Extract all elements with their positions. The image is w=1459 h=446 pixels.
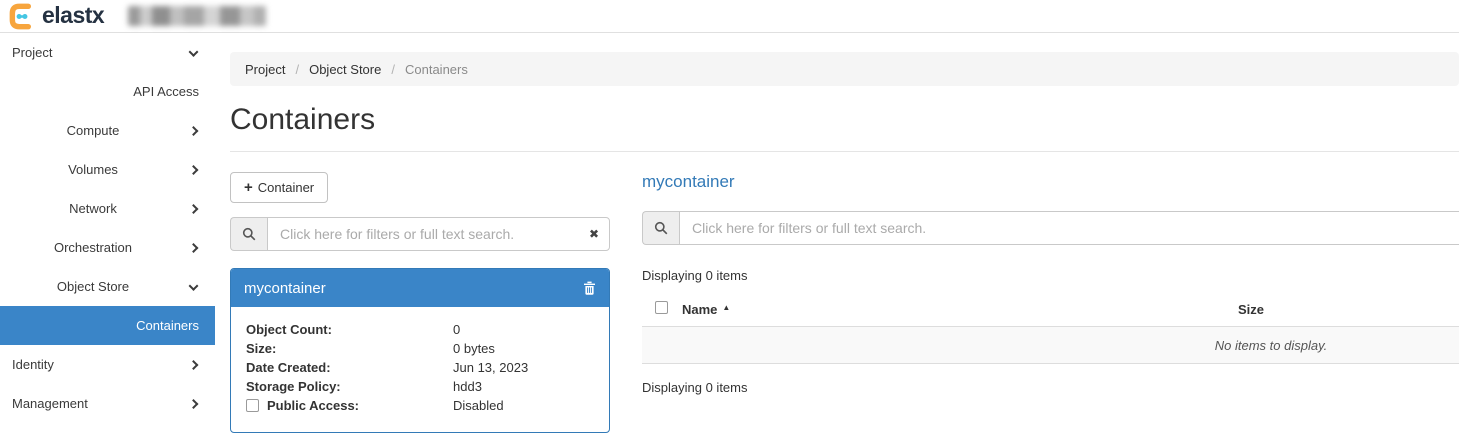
items-count-bottom: Displaying 0 items bbox=[642, 380, 1459, 395]
title-divider bbox=[230, 151, 1459, 152]
main-content: Project / Object Store / Containers Cont… bbox=[215, 33, 1459, 446]
detail-row-storage-policy: Storage Policy: hdd3 bbox=[246, 377, 594, 396]
objects-search-input[interactable] bbox=[679, 211, 1459, 245]
breadcrumb-project[interactable]: Project bbox=[245, 62, 285, 77]
page-title: Containers bbox=[230, 103, 1459, 136]
sidebar-item-api-access[interactable]: API Access bbox=[0, 72, 215, 111]
detail-row-public-access: Public Access: Disabled bbox=[246, 396, 594, 415]
sidebar-item-project[interactable]: Project bbox=[0, 33, 215, 72]
detail-row-date-created: Date Created: Jun 13, 2023 bbox=[246, 358, 594, 377]
elastx-logo-icon bbox=[8, 2, 37, 31]
sort-ascending-icon: ▲ bbox=[722, 303, 730, 312]
brand-logo[interactable]: elastx bbox=[8, 2, 104, 31]
sidebar-item-volumes[interactable]: Volumes bbox=[0, 150, 215, 189]
clear-search-icon[interactable]: ✖ bbox=[589, 227, 599, 241]
sidebar-item-compute[interactable]: Compute bbox=[0, 111, 215, 150]
containers-search-input[interactable] bbox=[267, 217, 610, 251]
sidebar-item-network[interactable]: Network bbox=[0, 189, 215, 228]
create-container-button[interactable]: + Container bbox=[230, 172, 328, 203]
chevron-right-icon bbox=[189, 204, 199, 214]
plus-icon: + bbox=[244, 181, 253, 194]
sidebar-item-orchestration[interactable]: Orchestration bbox=[0, 228, 215, 267]
container-card-header[interactable]: mycontainer bbox=[231, 269, 609, 307]
sidebar-item-management[interactable]: Management bbox=[0, 384, 215, 423]
breadcrumb-separator: / bbox=[295, 62, 299, 77]
breadcrumb: Project / Object Store / Containers bbox=[230, 52, 1459, 86]
detail-row-object-count: Object Count: 0 bbox=[246, 320, 594, 339]
sidebar-item-containers[interactable]: Containers bbox=[0, 306, 215, 345]
column-header-size[interactable]: Size bbox=[842, 292, 1459, 327]
delete-container-button[interactable] bbox=[583, 281, 596, 295]
column-header-name[interactable]: Name▲ bbox=[682, 292, 842, 327]
create-container-label: Container bbox=[258, 180, 314, 195]
search-icon bbox=[230, 217, 267, 251]
brand-name: elastx bbox=[42, 2, 104, 29]
selected-container-link[interactable]: mycontainer bbox=[642, 172, 735, 192]
chevron-right-icon bbox=[189, 126, 199, 136]
chevron-down-icon bbox=[189, 47, 199, 57]
chevron-right-icon bbox=[189, 360, 199, 370]
breadcrumb-separator: / bbox=[391, 62, 395, 77]
empty-message: No items to display. bbox=[642, 327, 1459, 364]
sidebar-item-identity[interactable]: Identity bbox=[0, 345, 215, 384]
container-card-title: mycontainer bbox=[244, 280, 326, 297]
chevron-right-icon bbox=[189, 399, 199, 409]
chevron-down-icon bbox=[189, 281, 199, 291]
container-card[interactable]: mycontainer bbox=[230, 268, 610, 433]
objects-table-header-row: Name▲ Size bbox=[642, 292, 1459, 327]
items-count-top: Displaying 0 items bbox=[642, 268, 1459, 283]
objects-table: Name▲ Size No items to display. bbox=[642, 292, 1459, 364]
sidebar-nav: Project API Access Compute Volumes Netwo… bbox=[0, 33, 215, 446]
container-card-details: Object Count: 0 Size: 0 bytes Date Creat… bbox=[231, 307, 609, 432]
sidebar-item-object-store[interactable]: Object Store bbox=[0, 267, 215, 306]
chevron-right-icon bbox=[189, 165, 199, 175]
chevron-right-icon bbox=[189, 243, 199, 253]
objects-panel: mycontainer ✖ Displaying 0 items bbox=[642, 172, 1459, 433]
trash-icon bbox=[583, 281, 596, 295]
containers-search-bar: ✖ bbox=[230, 217, 610, 251]
objects-search-bar: ✖ bbox=[642, 211, 1459, 245]
public-access-checkbox[interactable] bbox=[246, 399, 259, 412]
redacted-text-blur bbox=[128, 6, 266, 26]
select-all-checkbox[interactable] bbox=[655, 301, 668, 314]
breadcrumb-object-store[interactable]: Object Store bbox=[309, 62, 381, 77]
breadcrumb-current: Containers bbox=[405, 62, 468, 77]
empty-table-row: No items to display. bbox=[642, 327, 1459, 364]
detail-row-size: Size: 0 bytes bbox=[246, 339, 594, 358]
containers-panel: + Container ✖ bbox=[230, 172, 610, 433]
top-header: elastx bbox=[0, 0, 1459, 33]
search-icon bbox=[642, 211, 679, 245]
